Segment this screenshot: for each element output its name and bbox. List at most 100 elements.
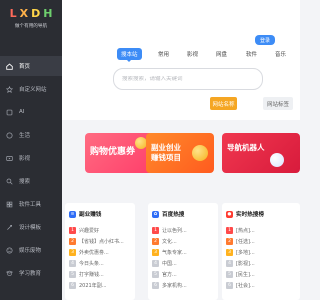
- list-item-text: 2021年副...: [79, 283, 107, 289]
- card-side-business: ≡ 副业赚钱 1 兴趣爱好 2 【省钱】点小红书... 3 外卖优惠劵... 4 今日头…: [65, 203, 135, 300]
- banner-title: 导航机器人: [227, 143, 265, 152]
- sidebar-item-home[interactable]: 首页: [0, 56, 62, 76]
- search-tab-software[interactable]: 软件: [246, 50, 257, 58]
- card-title: 副业赚钱: [79, 212, 102, 218]
- rank-badge: 2: [226, 238, 233, 245]
- search-tab-video[interactable]: 影视: [187, 50, 198, 58]
- list-item[interactable]: 5 打字赚钱...: [69, 269, 131, 280]
- list-item[interactable]: 4 今日头条...: [69, 258, 131, 269]
- list-item[interactable]: 1 兴趣爱好: [69, 225, 131, 236]
- hot-lists: ≡ 副业赚钱 1 兴趣爱好 2 【省钱】点小红书... 3 外卖优惠劵... 4 今日头…: [62, 203, 300, 300]
- search-tab-common[interactable]: 常用: [158, 50, 169, 58]
- home-icon: [6, 62, 13, 70]
- list-item[interactable]: 6 多家机构...: [152, 280, 214, 291]
- sidebar-item-custom[interactable]: 自定义网站: [0, 79, 62, 99]
- rank-badge: 2: [69, 238, 76, 245]
- banner-title: 副业创业: [151, 143, 181, 152]
- list-item[interactable]: 3 外卖优惠劵...: [69, 247, 131, 258]
- sidebar-item-video[interactable]: 影视: [0, 148, 62, 168]
- rank-badge: 6: [152, 282, 159, 289]
- list-item[interactable]: 5 官方...: [152, 269, 214, 280]
- coin-image: [192, 145, 208, 161]
- list-item-text: [热点]...: [236, 228, 255, 234]
- login-button[interactable]: 登录: [255, 35, 275, 45]
- rank-badge: 4: [69, 260, 76, 267]
- tab-site-name[interactable]: 网站名称: [210, 97, 237, 110]
- logo-mark: L X D H: [0, 7, 62, 20]
- video-icon: [6, 155, 13, 162]
- search-panel: 登录 搜本站 常用 影视 网盘 软件 音乐 网站名称 网站标签: [62, 0, 300, 120]
- search-box[interactable]: [113, 68, 263, 90]
- list-item[interactable]: 6 [社会]...: [226, 280, 296, 291]
- ai-icon: [6, 109, 13, 116]
- rank-badge: 6: [69, 282, 76, 289]
- logo[interactable]: L X D H 做个有用的导航: [0, 0, 62, 44]
- life-icon: [6, 131, 13, 139]
- search-tab-cloud[interactable]: 网盘: [216, 50, 227, 58]
- list-item-text: 【省钱】点小红书...: [79, 239, 124, 245]
- logo-letter: H: [43, 7, 53, 20]
- list-item[interactable]: 2 【省钱】点小红书...: [69, 236, 131, 247]
- sidebar-item-life[interactable]: 生活: [0, 125, 62, 145]
- search-tab-site[interactable]: 搜本站: [117, 48, 142, 62]
- flame-icon: ●: [226, 210, 233, 218]
- search-input[interactable]: [122, 76, 262, 82]
- list-item[interactable]: 3 [多地]...: [226, 247, 296, 258]
- list-item-text: 多家机构...: [162, 283, 187, 289]
- list-item-text: 外卖优惠劵...: [79, 250, 109, 256]
- banner-title: 购物优惠券: [90, 147, 136, 157]
- banner-nav-bot[interactable]: 导航机器人: [222, 133, 300, 173]
- banner-side-business[interactable]: 副业创业 赚钱项目: [146, 133, 214, 173]
- rank-badge: 4: [152, 260, 159, 267]
- list-item[interactable]: 4 [影视]...: [226, 258, 296, 269]
- list-item[interactable]: 1 让以色列...: [152, 225, 214, 236]
- sidebar-item-label: 学习教育: [19, 271, 42, 277]
- robot-image: [270, 153, 284, 167]
- list-item-text: [多地]...: [236, 250, 255, 256]
- list-item[interactable]: 3 气象专家...: [152, 247, 214, 258]
- rank-badge: 3: [152, 249, 159, 256]
- list-item-text: 兴趣爱好: [79, 228, 100, 234]
- list-item[interactable]: 1 [热点]...: [226, 225, 296, 236]
- list-icon: ≡: [69, 210, 76, 218]
- list-item[interactable]: 6 2021年副...: [69, 280, 131, 291]
- list-item-text: 中国...: [162, 261, 177, 267]
- banner-coupon[interactable]: 购物优惠券: [85, 133, 153, 173]
- list-item-text: 官方...: [162, 272, 177, 278]
- study-icon: [6, 270, 13, 277]
- rank-badge: 6: [226, 282, 233, 289]
- sidebar-item-tools[interactable]: 软件工具: [0, 194, 62, 214]
- list-item[interactable]: 2 [任选]...: [226, 236, 296, 247]
- search-icon: [6, 178, 13, 185]
- sidebar-item-label: AI: [19, 109, 25, 115]
- sidebar-item-search[interactable]: 搜索: [0, 171, 62, 191]
- list-item[interactable]: 4 中国...: [152, 258, 214, 269]
- sidebar-item-label: 生活: [19, 133, 31, 139]
- tab-site-tag[interactable]: 网站标签: [263, 97, 293, 110]
- logo-letter: X: [19, 7, 29, 20]
- sidebar-item-label: 首页: [19, 64, 31, 70]
- list-item-text: 今日头条...: [79, 261, 104, 267]
- sidebar-item-ai[interactable]: AI: [0, 102, 62, 122]
- logo-letter: D: [31, 7, 41, 20]
- list-item-text: [影视]...: [236, 261, 255, 267]
- main-content: 登录 搜本站 常用 影视 网盘 软件 音乐 网站名称 网站标签 购物优惠券 副业…: [62, 0, 300, 300]
- card-realtime-hot: ● 实时热搜榜 1 [热点]... 2 [任选]... 3 [多地]... 4 [影视]…: [222, 203, 300, 300]
- list-item[interactable]: 2 文化...: [152, 236, 214, 247]
- logo-tagline: 做个有用的导航: [14, 24, 48, 29]
- rank-badge: 2: [152, 238, 159, 245]
- list-item-text: 打字赚钱...: [79, 272, 104, 278]
- rank-badge: 1: [152, 227, 159, 234]
- card-title: 百度热搜: [162, 212, 185, 218]
- rank-badge: 5: [152, 271, 159, 278]
- sidebar-item-study[interactable]: 学习教育: [0, 263, 62, 283]
- paw-icon: ✿: [152, 210, 159, 218]
- sidebar-item-fun[interactable]: 娱乐废物: [0, 240, 62, 260]
- rank-badge: 1: [226, 227, 233, 234]
- sidebar-item-label: 自定义网站: [19, 87, 47, 93]
- sidebar-item-label: 搜索: [19, 179, 31, 185]
- sidebar-item-design[interactable]: 设计模板: [0, 217, 62, 237]
- list-item[interactable]: 5 [民生]...: [226, 269, 296, 280]
- search-tab-music[interactable]: 音乐: [275, 50, 286, 58]
- banner-subtitle: 赚钱项目: [151, 153, 181, 162]
